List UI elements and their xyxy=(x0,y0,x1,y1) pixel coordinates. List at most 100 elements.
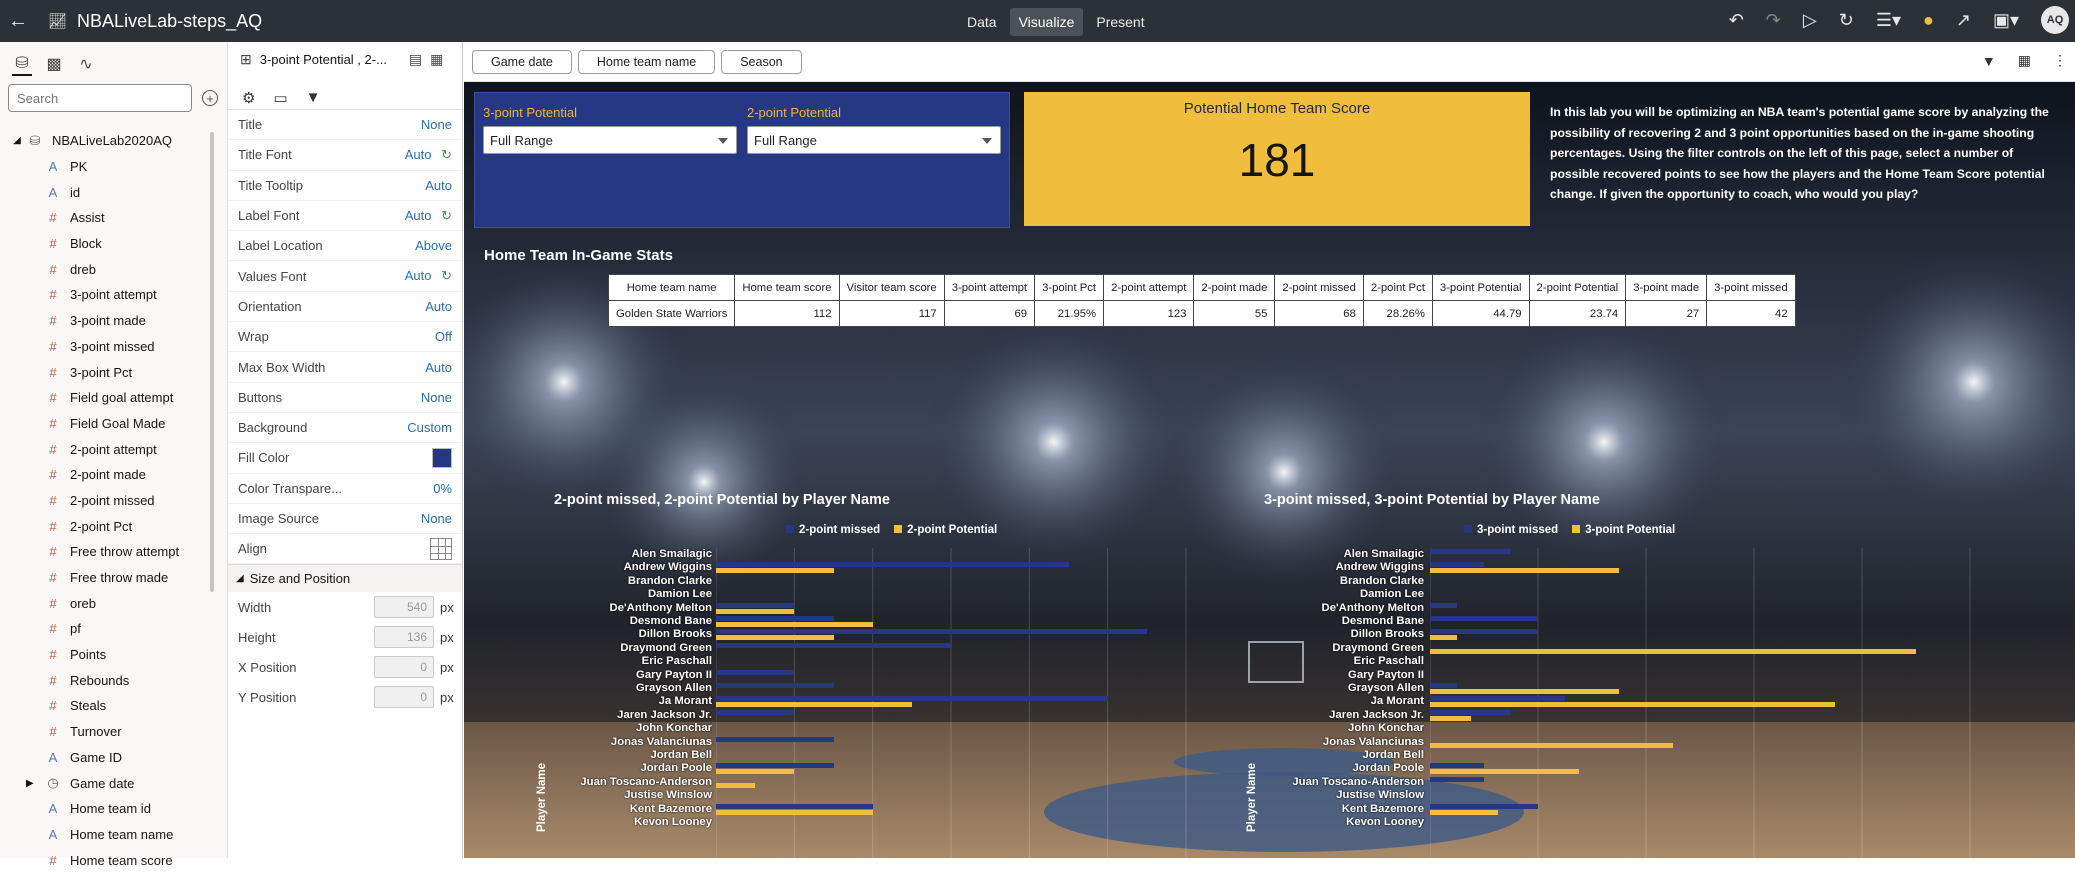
data-element-row[interactable]: # Assist xyxy=(0,205,214,231)
category-label[interactable]: Dillon Brooks xyxy=(639,628,712,640)
property-row[interactable]: Fill Color xyxy=(228,443,462,474)
table-header-cell[interactable]: 3-point Potential xyxy=(1431,274,1530,301)
category-label[interactable]: De'Anthony Melton xyxy=(610,602,712,614)
properties-icon[interactable]: ▦ xyxy=(430,51,443,68)
property-value[interactable]: Off xyxy=(435,329,452,344)
bar-potential[interactable] xyxy=(1430,769,1579,775)
property-row[interactable]: Title Font Auto ↻ xyxy=(228,140,462,171)
data-element-row[interactable]: # Block xyxy=(0,231,214,257)
data-element-row[interactable]: #2-point Pct xyxy=(0,513,214,539)
data-tab-icon[interactable]: ⛁ xyxy=(12,52,32,76)
category-label[interactable]: Alen Smailagic xyxy=(1344,548,1424,560)
data-element-row[interactable]: A Home team name xyxy=(0,822,214,848)
bar-potential[interactable] xyxy=(716,782,756,788)
dataset-root[interactable]: ◢ ⛁ NBALiveLab2020AQ xyxy=(0,128,214,154)
bar-missed[interactable] xyxy=(716,642,951,648)
mode-present-tab[interactable]: Present xyxy=(1087,8,1153,36)
bar-missed[interactable] xyxy=(716,709,795,715)
legend-item[interactable]: 3-point missed xyxy=(1464,524,1558,536)
bar-potential[interactable] xyxy=(716,568,834,574)
category-label[interactable]: Dillon Brooks xyxy=(1351,628,1424,640)
property-value[interactable]: Auto xyxy=(405,147,432,162)
table-row[interactable]: Golden State Warriors 112 117 69 21.95% 123 55… xyxy=(607,300,1796,327)
bar-potential[interactable] xyxy=(1430,715,1471,721)
data-element-row[interactable]: # Free throw made xyxy=(0,565,214,591)
property-value[interactable]: Custom xyxy=(407,420,452,435)
category-label[interactable]: Damion Lee xyxy=(648,588,712,600)
property-value[interactable]: 0% xyxy=(433,481,452,496)
auto-insights-bulb-icon[interactable]: ● xyxy=(1923,10,1934,31)
legend-item[interactable]: 2-point missed xyxy=(786,524,880,536)
avatar[interactable]: AQ xyxy=(2041,6,2069,34)
bar-potential[interactable] xyxy=(716,702,912,708)
size-value-input[interactable]: 0 xyxy=(374,686,434,709)
two-point-potential-select[interactable]: Full Range xyxy=(747,126,1001,154)
add-data-icon[interactable]: + xyxy=(202,90,218,106)
bar-potential[interactable] xyxy=(1430,809,1498,815)
property-value[interactable]: Above xyxy=(415,238,452,253)
size-value-input[interactable]: 0 xyxy=(374,656,434,679)
data-element-row[interactable]: #3-point made xyxy=(0,308,214,334)
filter-tab-icon[interactable]: ▼ xyxy=(306,86,321,109)
stats-table[interactable]: Home team name Home team score Visitor tea… xyxy=(607,274,1796,327)
data-element-row[interactable]: # Free throw attempt xyxy=(0,539,214,565)
legend-item[interactable]: 2-point Potential xyxy=(894,524,997,536)
analytics-tab-icon[interactable]: ∿ xyxy=(76,52,96,76)
data-element-row[interactable]: Aid xyxy=(0,179,214,205)
category-label[interactable]: Jonas Valanciunas xyxy=(1323,736,1424,748)
property-row[interactable]: Title Tooltip Auto xyxy=(228,171,462,201)
property-row[interactable]: Label Font Auto ↻ xyxy=(228,201,462,232)
data-element-row[interactable]: # Rebounds xyxy=(0,667,214,693)
category-label[interactable]: Justise Winslow xyxy=(1336,789,1424,801)
category-label[interactable]: De'Anthony Melton xyxy=(1322,602,1424,614)
bar-potential[interactable] xyxy=(716,608,795,614)
data-element-row[interactable]: #2-point attempt xyxy=(0,436,214,462)
values-tab-icon[interactable]: ▭ xyxy=(273,86,287,109)
back-arrow-icon[interactable]: ← xyxy=(0,10,36,33)
property-row[interactable]: Title None xyxy=(228,110,462,141)
three-point-potential-select[interactable]: Full Range xyxy=(483,126,737,154)
category-label[interactable]: John Konchar xyxy=(1348,722,1424,734)
bar-missed[interactable] xyxy=(716,562,1069,568)
property-value[interactable]: Auto xyxy=(405,268,432,283)
expand-caret-icon[interactable]: ◢ xyxy=(8,135,26,146)
bar-potential[interactable] xyxy=(1430,635,1457,641)
data-element-row[interactable]: #2-point missed xyxy=(0,488,214,514)
comment-menu-icon[interactable]: ☰▾ xyxy=(1876,10,1901,31)
table-header-cell[interactable]: Home team score xyxy=(734,274,840,301)
property-row[interactable]: Values Font Auto ↻ xyxy=(228,261,462,292)
property-row[interactable]: Image Source None xyxy=(228,504,462,535)
category-label[interactable]: Ja Morant xyxy=(659,695,712,707)
table-header-cell[interactable]: 3-point made xyxy=(1625,274,1708,301)
bar-missed[interactable] xyxy=(716,629,1147,635)
data-element-row[interactable]: # Points xyxy=(0,642,214,668)
filter-game-date[interactable]: Game date xyxy=(472,49,572,74)
data-element-row[interactable]: ▶ ◷ Game date xyxy=(0,770,214,796)
bar-missed[interactable] xyxy=(716,803,873,809)
property-value[interactable]: Auto xyxy=(405,208,432,223)
bar-missed[interactable] xyxy=(1430,629,1538,635)
property-row[interactable]: Buttons None xyxy=(228,383,462,413)
table-header-cell[interactable]: 2-point missed xyxy=(1274,274,1364,301)
bar-missed[interactable] xyxy=(1430,616,1538,621)
property-row[interactable]: Max Box Width Auto xyxy=(228,352,462,383)
property-value[interactable]: None xyxy=(421,117,452,132)
category-label[interactable]: Draymond Green xyxy=(620,642,712,654)
bar-potential[interactable] xyxy=(1430,689,1619,694)
refresh-data-icon[interactable]: ↻ xyxy=(1839,10,1854,31)
data-element-row[interactable]: # oreb xyxy=(0,590,214,616)
category-label[interactable]: Andrew Wiggins xyxy=(624,561,712,573)
search-input[interactable] xyxy=(8,84,192,112)
property-row[interactable]: Label Location Above xyxy=(228,231,462,262)
property-value[interactable]: None xyxy=(421,390,452,405)
category-label[interactable]: Draymond Green xyxy=(1332,642,1424,654)
bar-potential[interactable] xyxy=(1430,648,1916,654)
size-value-input[interactable]: 136 xyxy=(374,626,434,649)
mode-visualize-tab[interactable]: Visualize xyxy=(1009,8,1084,36)
category-label[interactable]: Jordan Poole xyxy=(640,762,712,774)
table-header-cell[interactable]: 3-point missed xyxy=(1706,274,1796,301)
mode-data-tab[interactable]: Data xyxy=(958,8,1006,36)
expand-caret-icon[interactable]: ▶ xyxy=(26,778,44,789)
workbook-title[interactable]: NBALiveLab-steps_AQ xyxy=(77,11,262,32)
bar-potential[interactable] xyxy=(1430,702,1835,708)
